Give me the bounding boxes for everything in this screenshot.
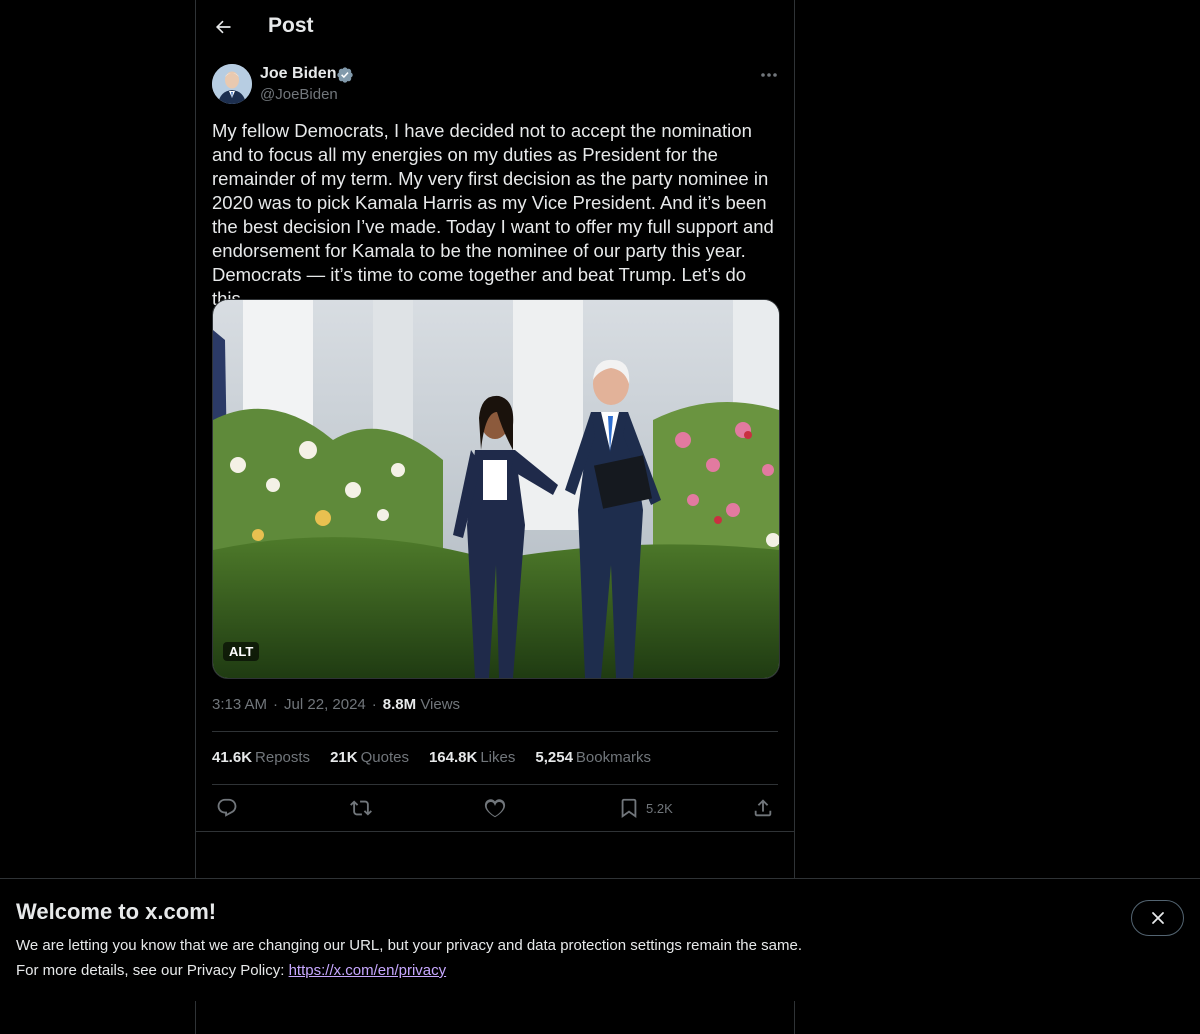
divider <box>212 784 778 785</box>
top-bar: Post <box>196 0 794 53</box>
repost-button[interactable] <box>350 786 372 830</box>
welcome-banner: Welcome to x.com! We are letting you kno… <box>0 878 1200 1001</box>
action-bar: 5.2K <box>196 786 794 830</box>
bookmarks-stat[interactable]: 5,254 Bookmarks <box>535 749 651 766</box>
privacy-policy-link[interactable]: https://x.com/en/privacy <box>289 962 447 979</box>
banner-title: Welcome to x.com! <box>16 899 217 924</box>
reposts-count: 41.6K <box>212 749 253 766</box>
share-icon <box>754 799 772 817</box>
divider <box>212 731 778 732</box>
avatar-image <box>212 64 252 104</box>
reposts-stat[interactable]: 41.6K Reposts <box>212 749 310 766</box>
divider <box>196 831 794 832</box>
engagement-stats: 41.6K Reposts 21K Quotes 164.8K Likes 5,254 Boo… <box>212 749 671 766</box>
bookmarks-count: 5,254 <box>535 749 573 766</box>
tweet-meta: 3:13 AM · Jul 22, 2024 · 8.8M Views <box>212 696 460 713</box>
banner-privacy-prefix: For more details, see our Privacy Policy… <box>16 962 289 979</box>
photo-image <box>213 300 779 678</box>
meta-separator: · <box>273 696 279 713</box>
tweet-time[interactable]: 3:13 AM <box>212 696 267 713</box>
reply-icon <box>217 798 237 817</box>
more-icon <box>761 73 777 77</box>
quotes-label: Quotes <box>360 749 409 766</box>
arrow-left-icon <box>215 20 231 34</box>
meta-separator: · <box>371 696 377 713</box>
share-button[interactable] <box>752 786 774 830</box>
views-count: 8.8M <box>382 696 417 713</box>
quotes-count: 21K <box>330 749 358 766</box>
close-banner-button[interactable] <box>1131 900 1184 936</box>
like-button[interactable] <box>484 786 506 830</box>
more-options-button[interactable] <box>756 64 782 86</box>
reply-button[interactable] <box>216 786 238 830</box>
verified-badge-icon <box>336 66 354 89</box>
bookmarks-label: Bookmarks <box>575 749 651 766</box>
bookmark-count: 5.2K <box>646 800 673 816</box>
views-label: Views <box>420 696 461 713</box>
likes-stat[interactable]: 164.8K Likes <box>429 749 515 766</box>
page-title: Post <box>268 14 314 37</box>
likes-count: 164.8K <box>428 749 478 766</box>
tweet-text: My fellow Democrats, I have decided not … <box>212 120 779 309</box>
author-name[interactable]: Joe Biden <box>260 65 336 83</box>
repost-icon <box>350 800 372 816</box>
close-icon <box>1151 912 1164 924</box>
reposts-label: Reposts <box>255 749 311 766</box>
banner-privacy-note: For more details, see our Privacy Policy… <box>16 962 446 979</box>
quotes-stat[interactable]: 21K Quotes <box>330 749 409 766</box>
alt-badge[interactable]: ALT <box>223 642 260 661</box>
heart-icon <box>484 799 506 818</box>
back-button[interactable] <box>208 10 238 44</box>
avatar[interactable] <box>212 64 252 104</box>
bookmark-icon <box>621 798 637 819</box>
bookmark-button[interactable]: 5.2K <box>618 786 673 830</box>
likes-label: Likes <box>480 749 516 766</box>
author-handle[interactable]: @JoeBiden <box>260 86 338 103</box>
tweet-date[interactable]: Jul 22, 2024 <box>284 696 366 713</box>
banner-message: We are letting you know that we are chan… <box>16 937 802 954</box>
tweet-photo[interactable]: ALT <box>212 299 780 679</box>
